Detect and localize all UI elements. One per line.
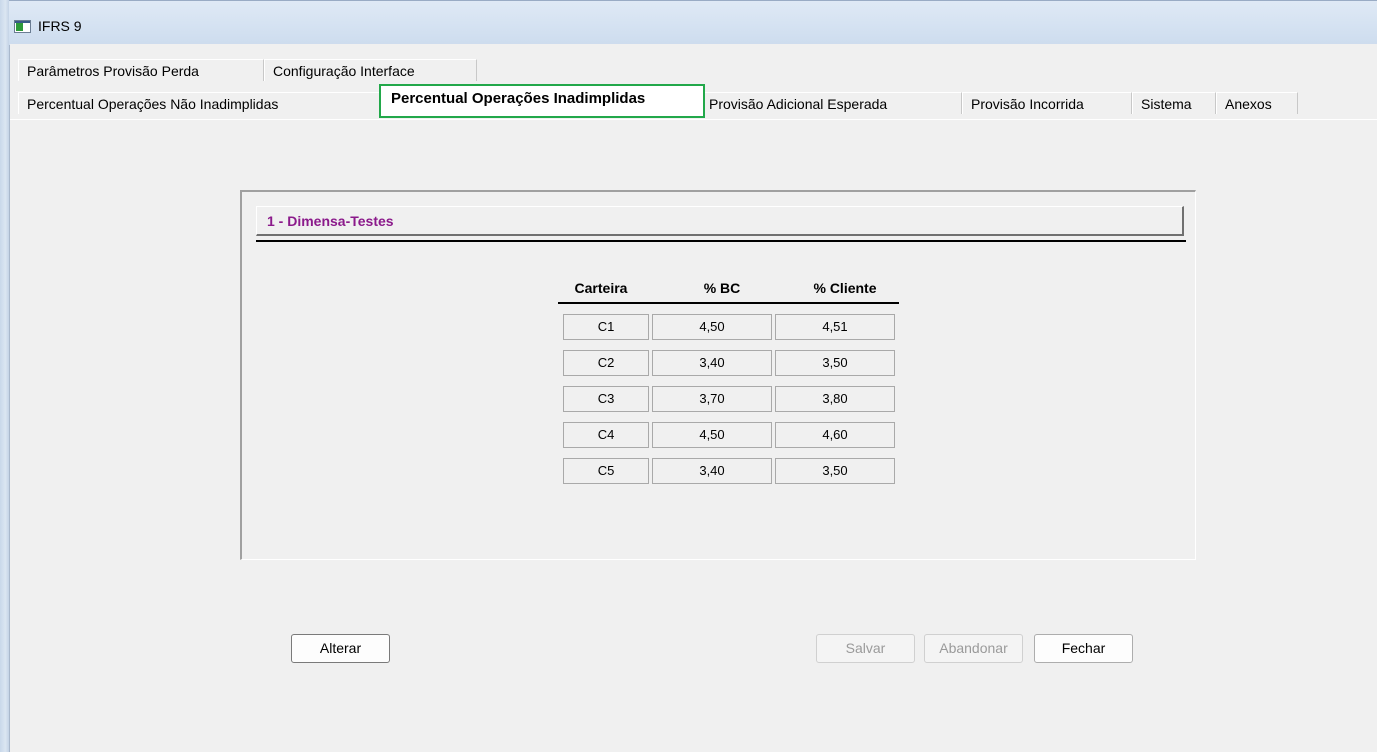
percent-cliente-field[interactable]: 3,50 [775,458,895,484]
tab-label: Percentual Operações Não Inadimplidas [27,96,279,112]
carteira-cell: C1 [563,314,649,340]
percent-bc-field[interactable]: 3,40 [652,350,772,376]
title-bar: IFRS 9 [9,0,1377,45]
tab-parametros-provisao-perda[interactable]: Parâmetros Provisão Perda [18,59,264,81]
header-rule [558,302,899,304]
tab-percentual-operacoes-nao-inadimplidas[interactable]: Percentual Operações Não Inadimplidas [18,92,380,114]
window-content: Parâmetros Provisão Perda Configuração I… [10,44,1377,752]
window-left-edge [0,0,10,752]
carteira-cell: C3 [563,386,649,412]
column-header-percent-cliente: % Cliente [813,280,877,296]
tab-percentual-operacoes-inadimplidas[interactable]: Percentual Operações Inadimplidas [379,84,705,118]
tab-configuracao-interface[interactable]: Configuração Interface [264,59,477,81]
percent-bc-field[interactable]: 3,70 [652,386,772,412]
app-icon [14,20,31,33]
salvar-button[interactable]: Salvar [816,634,915,663]
window-title: IFRS 9 [38,18,82,34]
percent-bc-field[interactable]: 4,50 [652,422,772,448]
percent-bc-field[interactable]: 4,50 [652,314,772,340]
alterar-button[interactable]: Alterar [291,634,390,663]
percent-cliente-field[interactable]: 4,51 [775,314,895,340]
tab-provisao-incorrida[interactable]: Provisão Incorrida [962,92,1132,114]
tab-label: Percentual Operações Inadimplidas [391,90,646,107]
fechar-button[interactable]: Fechar [1034,634,1133,663]
column-header-percent-bc: % BC [703,280,741,296]
section-title: 1 - Dimensa-Testes [267,213,394,229]
tab-sistema[interactable]: Sistema [1132,92,1216,114]
section-divider [256,240,1186,242]
tab-label: Anexos [1225,96,1272,112]
carteira-cell: C4 [563,422,649,448]
column-header-carteira: Carteira [574,280,628,296]
tab-label: Provisão Adicional Esperada [709,96,888,112]
tab-label: Parâmetros Provisão Perda [27,63,199,79]
percent-cliente-field[interactable]: 3,80 [775,386,895,412]
abandonar-button[interactable]: Abandonar [924,634,1023,663]
tab-label: Provisão Incorrida [971,96,1084,112]
carteira-cell: C5 [563,458,649,484]
app-window: IFRS 9 Parâmetros Provisão Perda Configu… [0,0,1377,752]
percent-cliente-field[interactable]: 3,50 [775,350,895,376]
carteira-cell: C2 [563,350,649,376]
tab-label: Configuração Interface [273,63,415,79]
tab-provisao-adicional-esperada[interactable]: Provisão Adicional Esperada [700,92,962,114]
section-header: 1 - Dimensa-Testes [256,206,1184,236]
percent-bc-field[interactable]: 3,40 [652,458,772,484]
carteira-group-box: 1 - Dimensa-Testes Carteira % BC % Clien… [240,190,1196,560]
tab-label: Sistema [1141,96,1192,112]
percent-cliente-field[interactable]: 4,60 [775,422,895,448]
tab-anexos[interactable]: Anexos [1216,92,1298,114]
